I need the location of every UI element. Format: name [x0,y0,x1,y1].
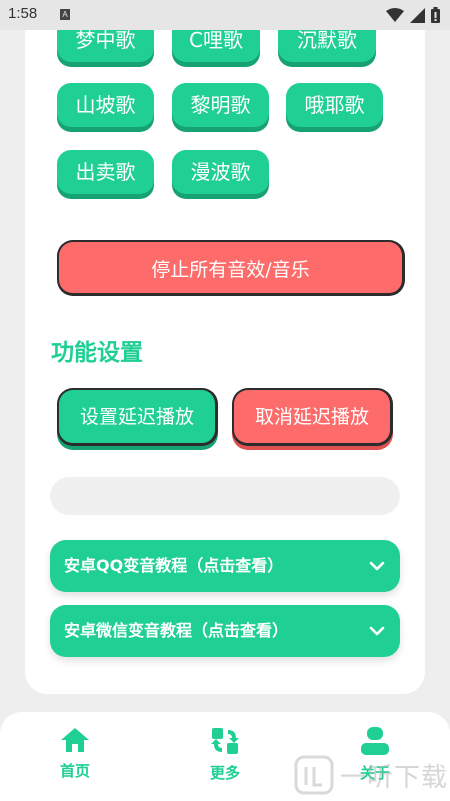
chevron-down-icon [369,561,385,571]
status-bar: 1:58 A [0,0,450,30]
nav-item-about[interactable]: 关于 [335,726,415,783]
home-icon [61,728,89,752]
nav-label-about: 关于 [359,764,390,782]
qq-tutorial-button[interactable]: 安卓QQ变音教程（点击查看） [50,540,400,592]
song-button-betray[interactable]: 出卖歌 [57,150,154,194]
song-button-mambo[interactable]: 漫波歌 [172,150,269,194]
song-button-dawn[interactable]: 黎明歌 [172,83,269,127]
section-title-functions: 功能设置 [51,340,143,366]
wechat-tutorial-button[interactable]: 安卓微信变音教程（点击查看） [50,605,400,657]
song-button-oh-yeah[interactable]: 哦耶歌 [286,83,383,127]
wechat-tutorial-label: 安卓微信变音教程（点击查看） [64,621,289,640]
status-icons [386,7,440,23]
chevron-down-icon [369,626,385,636]
battery-icon [431,7,440,23]
signal-icon [410,7,425,23]
nav-item-more[interactable]: 更多 [185,726,265,783]
delay-input-field[interactable] [50,477,400,515]
set-delay-button[interactable]: 设置延迟播放 [57,388,218,446]
wifi-icon [386,7,404,22]
song-button-hillside[interactable]: 山坡歌 [57,83,154,127]
nav-label-more: 更多 [209,764,240,782]
status-time: 1:58 [8,5,38,22]
notification-app-icon: A [60,9,70,20]
refresh-apps-icon [211,728,239,754]
cancel-delay-button[interactable]: 取消延迟播放 [232,388,393,446]
nav-label-home: 首页 [59,762,90,780]
qq-tutorial-label: 安卓QQ变音教程（点击查看） [64,556,284,575]
nav-item-home[interactable]: 首页 [35,726,115,781]
user-icon [361,727,389,755]
stop-all-button[interactable]: 停止所有音效/音乐 [57,240,405,296]
bottom-nav: 首页 更多 关于 [0,712,450,801]
